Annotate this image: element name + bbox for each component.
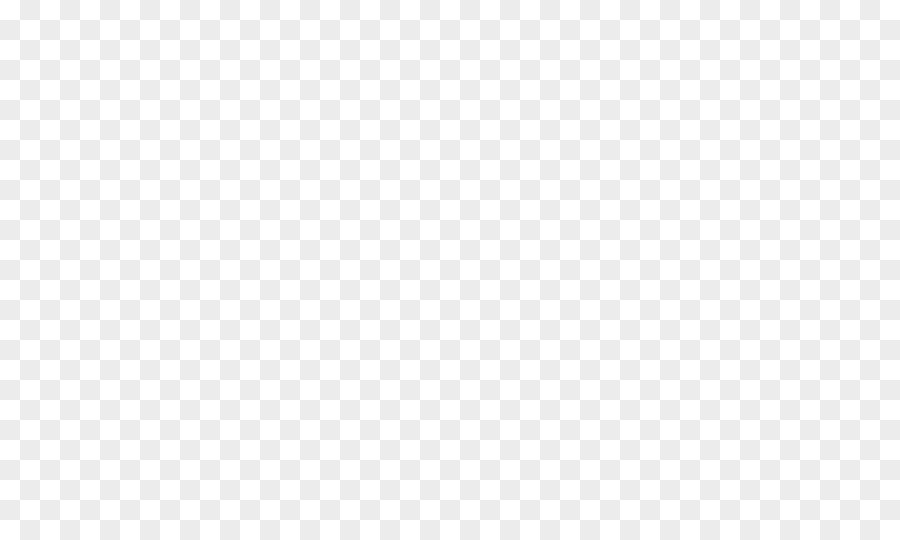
- connector-lines: [0, 0, 900, 540]
